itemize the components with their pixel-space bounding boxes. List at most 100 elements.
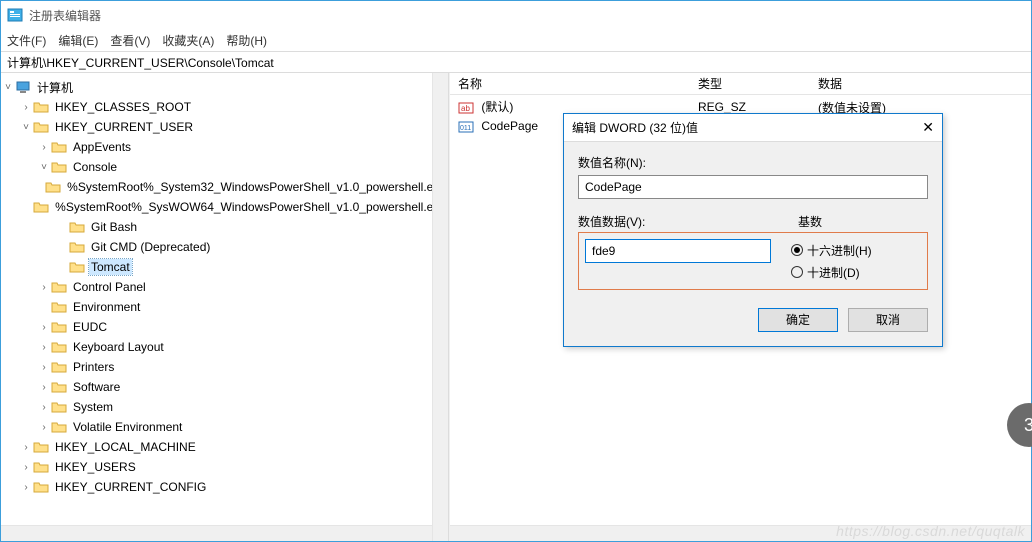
folder-icon [51,139,67,155]
scrollbar-horizontal[interactable] [1,525,432,541]
chevron-right-icon[interactable]: › [37,380,51,394]
chevron-right-icon[interactable]: › [37,340,51,354]
column-data[interactable]: 数据 [810,75,1031,92]
tree-console-child[interactable]: %SystemRoot%_System32_WindowsPowerShell_… [1,177,448,197]
tree-hkcu[interactable]: ˅ HKEY_CURRENT_USER [1,117,448,137]
folder-icon [69,219,85,235]
app-icon [7,7,23,23]
body: ˅ 计算机 › HKEY_CLASSES_ROOT ˅ HKEY_CURRENT… [1,73,1031,541]
value-data-input[interactable] [585,239,771,263]
string-value-icon: ab [458,100,474,116]
scrollbar-horizontal[interactable] [450,525,1031,541]
dialog-body: 数值名称(N): 数值数据(V): 基数 [564,142,942,346]
folder-icon [51,379,67,395]
value-type: REG_SZ [690,100,810,114]
chevron-right-icon[interactable]: › [19,480,33,494]
regedit-window: 注册表编辑器 文件(F) 编辑(E) 查看(V) 收藏夹(A) 帮助(H) 计算… [0,0,1032,542]
chevron-right-icon[interactable]: › [37,400,51,414]
column-type[interactable]: 类型 [690,75,810,92]
chevron-right-icon[interactable]: › [37,420,51,434]
chevron-right-icon[interactable]: › [19,440,33,454]
window-title: 注册表编辑器 [29,7,101,24]
column-name[interactable]: 名称 [450,75,690,92]
menu-help[interactable]: 帮助(H) [226,32,267,49]
tree-label: System [71,399,115,415]
address-bar[interactable]: 计算机\HKEY_CURRENT_USER\Console\Tomcat [1,51,1031,73]
tree-label: EUDC [71,319,109,335]
value-name: CodePage [481,119,538,133]
tree-hklm[interactable]: › HKEY_LOCAL_MACHINE [1,437,448,457]
dword-value-icon: 011 [458,119,474,135]
tree-label: Software [71,379,122,395]
tree-label: HKEY_CURRENT_CONFIG [53,479,208,495]
chevron-right-icon[interactable]: › [37,360,51,374]
scrollbar-vertical[interactable] [432,73,448,541]
tree-label: HKEY_USERS [53,459,138,475]
cancel-button[interactable]: 取消 [848,308,928,332]
tree-console[interactable]: ˅ Console [1,157,448,177]
tree-volatile[interactable]: › Volatile Environment [1,417,448,437]
tree-control-panel[interactable]: › Control Panel [1,277,448,297]
folder-icon [33,199,49,215]
radio-label: 十六进制(H) [807,242,872,259]
radio-dec[interactable]: 十进制(D) [791,261,921,283]
value-name-input[interactable] [578,175,928,199]
close-icon[interactable]: ✕ [906,119,934,136]
tree-hkcc[interactable]: › HKEY_CURRENT_CONFIG [1,477,448,497]
tree-pane: ˅ 计算机 › HKEY_CLASSES_ROOT ˅ HKEY_CURRENT… [1,73,449,541]
menu-favorites[interactable]: 收藏夹(A) [162,32,214,49]
tree-console-child[interactable]: Git CMD (Deprecated) [1,237,448,257]
folder-icon [33,459,49,475]
tree-hku[interactable]: › HKEY_USERS [1,457,448,477]
titlebar: 注册表编辑器 [1,1,1031,29]
folder-icon [45,179,61,195]
tree-console-tomcat[interactable]: Tomcat [1,257,448,277]
tree-label: Git CMD (Deprecated) [89,239,212,255]
folder-icon [69,259,85,275]
chevron-right-icon[interactable]: › [19,100,33,114]
folder-icon [69,239,85,255]
svg-text:011: 011 [460,125,471,132]
edit-dword-dialog: 编辑 DWORD (32 位)值 ✕ 数值名称(N): 数值数据(V): 基数 [563,113,943,347]
tree-appevents[interactable]: › AppEvents [1,137,448,157]
menu-edit[interactable]: 编辑(E) [58,32,98,49]
folder-icon [33,99,49,115]
tree-eudc[interactable]: › EUDC [1,317,448,337]
chevron-down-icon[interactable]: ˅ [19,120,33,134]
ok-button[interactable]: 确定 [758,308,838,332]
computer-icon [15,79,31,95]
chevron-right-icon[interactable]: › [19,460,33,474]
tree-console-child[interactable]: %SystemRoot%_SysWOW64_WindowsPowerShell_… [1,197,448,217]
svg-text:ab: ab [461,104,470,113]
highlight-annotation: 十六进制(H) 十进制(D) [578,232,928,290]
tree-label: Control Panel [71,279,148,295]
dialog-titlebar[interactable]: 编辑 DWORD (32 位)值 ✕ [564,114,942,142]
tree-label: AppEvents [71,139,133,155]
tree-system[interactable]: › System [1,397,448,417]
tree-label: HKEY_LOCAL_MACHINE [53,439,198,455]
chevron-down-icon[interactable]: ˅ [1,80,15,94]
floating-badge: 3 [1007,403,1032,447]
folder-icon [33,479,49,495]
tree-hkcr[interactable]: › HKEY_CLASSES_ROOT [1,97,448,117]
chevron-right-icon[interactable]: › [37,140,51,154]
tree-keyboard[interactable]: › Keyboard Layout [1,337,448,357]
chevron-down-icon[interactable]: ˅ [37,160,51,174]
tree-label: %SystemRoot%_SysWOW64_WindowsPowerShell_… [53,199,448,215]
tree-printers[interactable]: › Printers [1,357,448,377]
folder-icon [51,299,67,315]
radio-hex[interactable]: 十六进制(H) [791,239,921,261]
tree-console-child[interactable]: Git Bash [1,217,448,237]
base-label: 基数 [798,213,928,230]
chevron-right-icon[interactable]: › [37,320,51,334]
menu-file[interactable]: 文件(F) [7,32,46,49]
tree-environment[interactable]: Environment [1,297,448,317]
dialog-title: 编辑 DWORD (32 位)值 [572,119,698,136]
tree-label: Git Bash [89,219,139,235]
menu-view[interactable]: 查看(V) [110,32,150,49]
folder-icon [33,119,49,135]
tree-root[interactable]: ˅ 计算机 [1,77,448,97]
folder-icon [51,419,67,435]
tree-software[interactable]: › Software [1,377,448,397]
chevron-right-icon[interactable]: › [37,280,51,294]
